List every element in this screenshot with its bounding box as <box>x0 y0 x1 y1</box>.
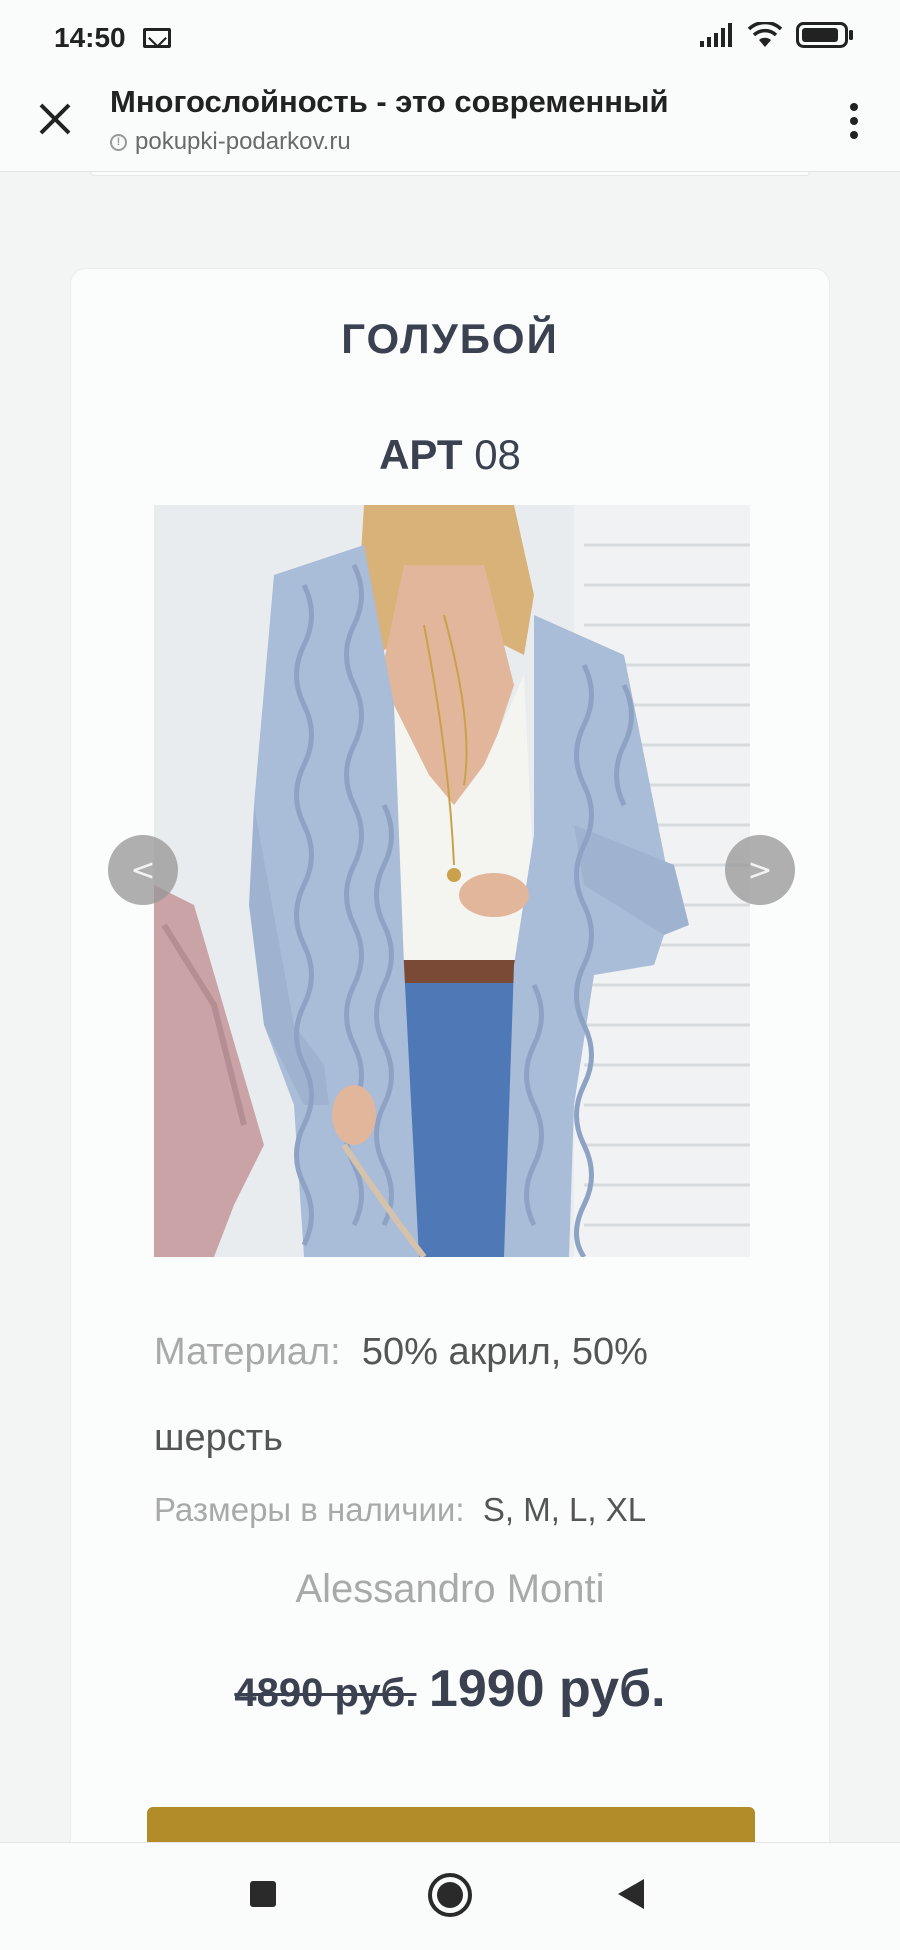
article-label: АРТ <box>379 431 463 478</box>
old-price: 4890 руб. <box>234 1671 417 1715</box>
article-number: 08 <box>474 431 521 478</box>
cardigan-photo <box>154 505 750 1257</box>
more-vert-icon <box>850 117 858 125</box>
status-bar: 14:50 <box>0 0 900 72</box>
signal-icon <box>700 23 732 47</box>
info-icon[interactable]: ! <box>110 133 127 151</box>
status-icons <box>700 22 854 48</box>
more-options-button[interactable] <box>834 96 874 146</box>
sizes-value: S, M, L, XL <box>482 1491 647 1528</box>
product-color-title: ГОЛУБОЙ <box>341 315 559 362</box>
close-button[interactable] <box>30 94 80 144</box>
new-price: 1990 руб. <box>428 1660 666 1718</box>
back-icon[interactable] <box>618 1879 644 1909</box>
product-image[interactable] <box>154 505 750 1257</box>
page-url-row[interactable]: ! pokupki-podarkov.ru <box>110 128 351 156</box>
home-icon[interactable] <box>428 1873 472 1917</box>
more-vert-icon <box>850 131 858 139</box>
price-row: 4890 руб. 1990 руб. <box>71 1659 829 1719</box>
browser-toolbar: Многослойность - это современный ! pokup… <box>0 72 900 172</box>
page-title: Многослойность - это современный <box>110 84 669 119</box>
product-brand: Alessandro Monti <box>295 1567 605 1611</box>
wifi-icon <box>748 22 782 47</box>
product-card: ГОЛУБОЙ АРТ 08 < > Материал: 50% акрил, … <box>70 268 830 1950</box>
recent-apps-icon[interactable] <box>250 1881 276 1907</box>
material-label: Материал: <box>154 1331 341 1373</box>
page-url: pokupki-podarkov.ru <box>135 128 351 155</box>
close-icon <box>39 103 71 135</box>
product-sizes: Размеры в наличии: S, M, L, XL <box>154 1491 646 1529</box>
product-article: АРТ 08 <box>71 431 829 479</box>
home-icon-inner <box>437 1882 463 1908</box>
system-navigation-bar <box>0 1842 900 1950</box>
slider-next-button[interactable]: > <box>725 835 795 905</box>
status-time: 14:50 <box>54 22 126 53</box>
more-vert-icon <box>850 103 858 111</box>
slider-prev-button[interactable]: < <box>108 835 178 905</box>
previous-card-edge <box>90 172 810 176</box>
sizes-label: Размеры в наличии: <box>154 1491 465 1528</box>
product-material: Материал: 50% акрил, 50% шерсть <box>154 1309 754 1481</box>
mail-icon <box>143 28 171 48</box>
battery-icon <box>796 22 853 48</box>
